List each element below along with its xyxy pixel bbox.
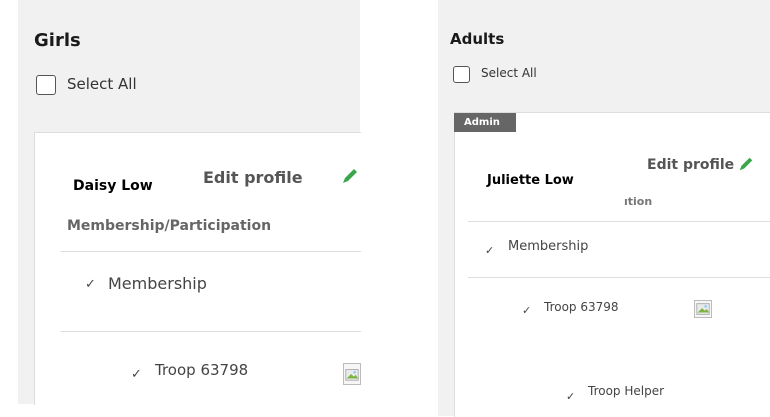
edit-profile-link[interactable]: Edit profile [203, 168, 303, 187]
adults-panel: Adults Select All Admin Juliette Low Edi… [438, 0, 770, 417]
membership-participation-header: Membership/Participation [67, 218, 272, 234]
check-icon: ✓ [566, 390, 576, 403]
membership-item: Membership [108, 274, 207, 293]
check-icon: ✓ [85, 277, 96, 292]
troop-item: Troop 63798 [544, 300, 619, 314]
broken-image-icon [694, 300, 712, 318]
divider [61, 331, 361, 332]
troop-item: Troop 63798 [155, 361, 249, 379]
adults-select-all-checkbox[interactable] [453, 66, 470, 83]
adults-select-all-label[interactable]: Select All [481, 66, 537, 80]
girls-panel: Girls Select All Daisy Low Edit profile … [18, 0, 361, 405]
check-icon: ✓ [522, 304, 532, 317]
check-icon: ✓ [485, 244, 495, 257]
member-name: Juliette Low [487, 173, 574, 188]
membership-participation-header: ıtion [624, 195, 653, 208]
girls-title: Girls [34, 30, 81, 51]
girls-select-all-checkbox[interactable] [36, 75, 56, 95]
girls-select-all-label[interactable]: Select All [67, 75, 137, 93]
admin-badge: Admin [454, 113, 516, 132]
pencil-icon[interactable] [340, 166, 360, 186]
adults-title: Adults [450, 30, 505, 48]
pencil-icon[interactable] [737, 155, 755, 173]
member-name: Daisy Low [73, 178, 153, 194]
check-icon: ✓ [131, 367, 142, 382]
divider [468, 277, 770, 278]
troop-helper-item: Troop Helper [588, 384, 665, 398]
girls-member-card: Daisy Low Edit profile Membership/Partic… [34, 132, 361, 405]
edit-profile-link[interactable]: Edit profile [647, 157, 734, 173]
membership-item: Membership [508, 239, 589, 254]
divider [61, 251, 361, 252]
broken-image-icon [343, 363, 361, 385]
divider [468, 221, 770, 222]
